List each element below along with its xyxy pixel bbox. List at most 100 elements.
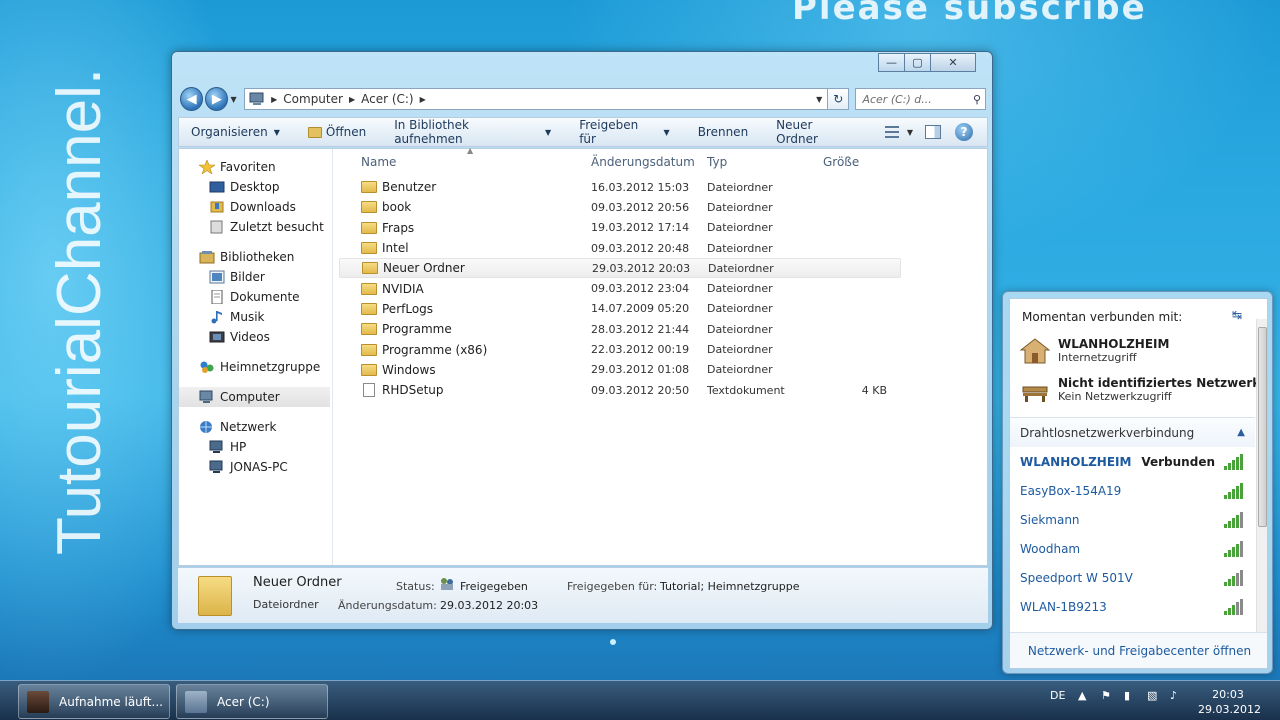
search-icon[interactable]: ⚲: [973, 93, 981, 106]
burn-button[interactable]: Brennen: [698, 125, 748, 139]
wireless-network-name: WLANHOLZHEIM: [1020, 454, 1132, 469]
share-with-button[interactable]: Freigeben für ▼: [579, 118, 669, 146]
table-row[interactable]: Programme 28.03.2012 21:44 Dateiordner: [339, 319, 901, 339]
content-area: Favoriten Desktop Downloads Zuletzt besu…: [178, 146, 988, 566]
minimize-button[interactable]: —: [878, 53, 905, 72]
wireless-section-header[interactable]: Drahtlosnetzwerkverbindung ▲: [1010, 417, 1255, 447]
search-input[interactable]: Acer (C:) d... ⚲: [855, 88, 987, 110]
details-status-value: Freigegeben: [460, 580, 528, 593]
nav-recent[interactable]: Zuletzt besucht: [179, 217, 332, 237]
signal-strength-icon: [1223, 569, 1243, 586]
chevron-down-icon[interactable]: ▼: [907, 128, 913, 137]
column-header-name[interactable]: Name: [339, 155, 591, 169]
chevron-right-icon[interactable]: ▶: [420, 95, 426, 104]
table-row[interactable]: Programme (x86) 22.03.2012 00:19 Dateior…: [339, 339, 901, 359]
forward-button[interactable]: ▶: [205, 87, 229, 111]
nav-downloads[interactable]: Downloads: [179, 197, 332, 217]
wireless-network-item[interactable]: Speedport W 501V: [1010, 563, 1255, 592]
share-with-label: Freigeben für: [579, 118, 639, 146]
nav-computer[interactable]: Computer: [179, 387, 330, 407]
column-header-date[interactable]: Änderungsdatum: [591, 155, 707, 169]
nav-music[interactable]: Musik: [179, 307, 332, 327]
preview-pane-icon[interactable]: [925, 125, 941, 139]
wireless-network-item[interactable]: EasyBox-154A19: [1010, 476, 1255, 505]
refresh-icon[interactable]: ↹: [1232, 308, 1242, 322]
table-row[interactable]: Intel 09.03.2012 20:48 Dateiordner: [339, 238, 901, 258]
nav-favorites[interactable]: Favoriten: [179, 157, 332, 177]
nav-videos[interactable]: Videos: [179, 327, 332, 347]
column-header-size[interactable]: Größe: [823, 155, 887, 169]
nav-desktop[interactable]: Desktop: [179, 177, 332, 197]
nav-network-jonas[interactable]: JONAS-PC: [179, 457, 332, 477]
new-folder-button[interactable]: Neuer Ordner: [776, 118, 857, 146]
folder-icon: [361, 221, 377, 234]
nav-recent-label: Zuletzt besucht: [230, 220, 324, 234]
maximize-button[interactable]: ▢: [904, 53, 931, 72]
nav-documents[interactable]: Dokumente: [179, 287, 332, 307]
shared-icon: [441, 578, 453, 590]
nav-network-jonas-label: JONAS-PC: [230, 460, 288, 474]
videos-icon: [209, 331, 225, 343]
table-row[interactable]: Fraps 19.03.2012 17:14 Dateiordner: [339, 218, 901, 238]
chevron-right-icon[interactable]: ▶: [271, 95, 277, 104]
file-name: Programme (x86): [382, 342, 488, 357]
new-folder-label: Neuer Ordner: [776, 118, 818, 146]
action-center-flag-icon[interactable]: ⚑: [1101, 689, 1111, 702]
network-flyout: Momentan verbunden mit: ↹ WLANHOLZHEIM I…: [1002, 291, 1273, 674]
nav-libraries[interactable]: Bibliotheken: [179, 247, 332, 267]
network-center-link[interactable]: Netzwerk- und Freigabecenter öffnen: [1010, 632, 1267, 668]
wireless-network-item[interactable]: WLAN-1B9213: [1010, 592, 1255, 621]
nav-network-hp[interactable]: HP: [179, 437, 332, 457]
scrollbar-thumb[interactable]: [1258, 327, 1267, 527]
table-row[interactable]: NVIDIA 09.03.2012 23:04 Dateiordner: [339, 278, 901, 298]
wireless-network-item[interactable]: WLANHOLZHEIM Verbunden: [1010, 447, 1255, 476]
homegroup-icon: [200, 361, 214, 373]
close-button[interactable]: ✕: [930, 53, 976, 72]
text-document-icon: [363, 383, 375, 398]
language-indicator[interactable]: DE: [1050, 689, 1065, 702]
organize-button[interactable]: Organisieren ▼: [191, 125, 280, 139]
table-row[interactable]: Neuer Ordner 29.03.2012 20:03 Dateiordne…: [339, 258, 901, 279]
nav-videos-label: Videos: [230, 330, 270, 344]
open-button[interactable]: Öffnen: [307, 125, 367, 139]
view-controls: ▼ ?: [884, 123, 987, 141]
refresh-button[interactable]: ↻: [828, 88, 850, 110]
address-bar[interactable]: ▶ Computer ▶ Acer (C:) ▶ ▼: [244, 88, 829, 110]
show-hidden-icons-icon[interactable]: ▲: [1078, 689, 1086, 702]
taskbar-button-explorer[interactable]: Acer (C:): [176, 684, 328, 719]
flyout-scrollbar[interactable]: [1256, 319, 1267, 649]
view-options-icon[interactable]: [884, 126, 899, 138]
table-row[interactable]: RHDSetup 09.03.2012 20:50 Textdokument 4…: [339, 380, 901, 400]
wireless-network-item[interactable]: Woodham: [1010, 534, 1255, 563]
folder-icon: [361, 363, 377, 376]
nav-network[interactable]: Netzwerk: [179, 417, 332, 437]
wireless-tray-icon[interactable]: ▧: [1147, 689, 1157, 702]
file-name: RHDSetup: [382, 383, 444, 398]
table-row[interactable]: PerfLogs 14.07.2009 05:20 Dateiordner: [339, 299, 901, 319]
chevron-right-icon[interactable]: ▶: [349, 95, 355, 104]
back-button[interactable]: ◀: [180, 87, 204, 111]
chevron-up-icon[interactable]: ▲: [1237, 427, 1245, 438]
wireless-network-item[interactable]: Siekmann: [1010, 505, 1255, 534]
taskbar-button-recording[interactable]: Aufnahme läuft...: [18, 684, 170, 719]
power-icon[interactable]: ▮: [1124, 689, 1130, 702]
nav-music-label: Musik: [230, 310, 265, 324]
history-dropdown-icon[interactable]: ▼: [230, 95, 240, 104]
nav-pictures[interactable]: Bilder: [179, 267, 332, 287]
clock[interactable]: 20:03 29.03.2012: [1198, 687, 1261, 717]
table-row[interactable]: Benutzer 16.03.2012 15:03 Dateiordner: [339, 177, 901, 197]
volume-icon[interactable]: ♪: [1170, 689, 1177, 702]
chevron-down-icon[interactable]: ▼: [811, 95, 827, 104]
file-type: Dateiordner: [707, 221, 773, 235]
breadcrumb-computer[interactable]: Computer: [283, 92, 343, 106]
column-header-type[interactable]: Typ: [707, 155, 823, 169]
breadcrumb-drive[interactable]: Acer (C:): [361, 92, 414, 106]
table-row[interactable]: Windows 29.03.2012 01:08 Dateiordner: [339, 360, 901, 380]
table-row[interactable]: book 09.03.2012 20:56 Dateiordner: [339, 197, 901, 217]
file-name: Neuer Ordner: [383, 261, 465, 276]
pictures-icon: [209, 270, 225, 284]
open-label: Öffnen: [325, 125, 367, 139]
nav-homegroup[interactable]: Heimnetzgruppe: [179, 357, 332, 377]
include-in-library-button[interactable]: In Bibliothek aufnehmen ▼: [394, 118, 551, 146]
help-icon[interactable]: ?: [955, 123, 973, 141]
